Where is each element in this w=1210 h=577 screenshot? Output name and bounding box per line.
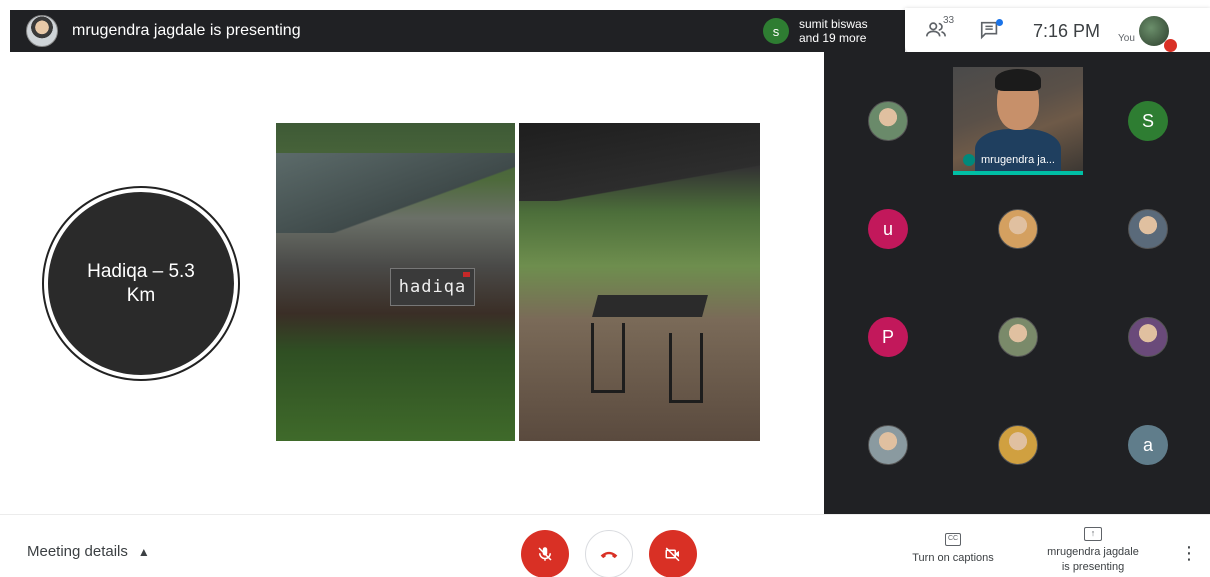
presenter-banner: mrugendra jagdale is presenting xyxy=(10,10,824,52)
speaking-indicator-icon xyxy=(963,154,975,166)
slide-distance-circle: Hadiqa – 5.3 Km xyxy=(42,186,240,381)
present-now-button[interactable]: ↑ mrugendra jagdale is presenting xyxy=(1038,527,1148,575)
participant-tile[interactable]: S xyxy=(1128,101,1168,141)
participant-tile[interactable] xyxy=(1128,317,1168,357)
presenter-avatar xyxy=(26,15,58,47)
presenter-name-text: mrugendra ja... xyxy=(981,154,1055,166)
active-speaker-bar xyxy=(953,171,1083,175)
you-label: You xyxy=(1118,32,1135,44)
ceiling-shape xyxy=(519,123,760,201)
participant-tile[interactable]: a xyxy=(1128,425,1168,465)
presenting-line2: is presenting xyxy=(1061,561,1125,573)
roof-shape xyxy=(276,153,515,233)
table-shape xyxy=(592,295,708,317)
bottom-toolbar: Meeting details ▲ CC Turn on captions ↑ … xyxy=(0,514,1210,577)
participant-tile[interactable] xyxy=(868,425,908,465)
participant-tile[interactable]: P xyxy=(868,317,908,357)
captions-button[interactable]: CC Turn on captions xyxy=(905,533,1001,564)
presenting-text: mrugendra jagdale is presenting xyxy=(72,22,301,39)
self-avatar[interactable] xyxy=(1138,16,1177,52)
mic-toggle-button[interactable] xyxy=(521,530,569,577)
participant-tile[interactable] xyxy=(998,317,1038,357)
participant-avatar: s xyxy=(763,18,789,44)
leave-call-button[interactable] xyxy=(585,530,633,577)
participants-chip-line2: and 19 more xyxy=(799,31,867,45)
mic-off-badge-icon xyxy=(1163,39,1177,52)
chair-shape xyxy=(669,333,703,403)
hang-up-icon xyxy=(600,551,618,559)
sign-accent xyxy=(463,272,470,277)
clock: 7:16 PM xyxy=(1033,20,1101,41)
slide-photo-cafe-patio xyxy=(519,123,760,441)
chat-button[interactable] xyxy=(979,19,1003,43)
meet-window: mrugendra jagdale is presenting s sumit … xyxy=(0,0,1210,577)
people-count: 33 xyxy=(943,15,955,26)
hadiqa-sign-text: hadiqa xyxy=(398,277,467,297)
participants-chip[interactable]: s sumit biswas and 19 more xyxy=(755,10,905,52)
present-icon: ↑ xyxy=(1084,527,1102,541)
presenter-hair xyxy=(995,69,1041,91)
people-button[interactable]: 33 xyxy=(925,15,954,43)
presenter-body xyxy=(975,129,1061,174)
slide-distance-text: Hadiqa – 5.3 Km xyxy=(48,192,234,375)
participant-tile[interactable] xyxy=(868,101,908,141)
participant-tile[interactable] xyxy=(998,209,1038,249)
mic-off-icon xyxy=(538,547,552,561)
participants-chip-text: sumit biswas and 19 more xyxy=(799,17,868,45)
participant-tile[interactable] xyxy=(1128,209,1168,249)
presenting-line1: mrugendra jagdale xyxy=(1047,546,1139,558)
presenter-name-label: mrugendra ja... xyxy=(963,154,1055,166)
chat-notification-dot xyxy=(996,19,1003,26)
captions-label: Turn on captions xyxy=(912,552,994,564)
camera-toggle-button[interactable] xyxy=(649,530,697,577)
camera-off-icon xyxy=(665,547,680,562)
presenter-video-tile[interactable]: mrugendra ja... xyxy=(953,67,1083,174)
top-right-controls: 33 7:16 PM You xyxy=(905,8,1210,54)
participant-tile[interactable] xyxy=(998,425,1038,465)
more-options-icon[interactable]: ⋮ xyxy=(1180,543,1198,564)
hadiqa-sign: hadiqa xyxy=(390,268,475,306)
slide-photo-cafe-exterior: hadiqa xyxy=(276,123,515,441)
meeting-details-label: Meeting details xyxy=(27,543,128,560)
participants-chip-line1: sumit biswas xyxy=(799,17,868,31)
captions-icon: CC xyxy=(945,533,961,546)
chevron-up-icon: ▲ xyxy=(137,544,150,559)
chair-shape xyxy=(591,323,625,393)
participant-tile[interactable]: u xyxy=(868,209,908,249)
meeting-details-button[interactable]: Meeting details ▲ xyxy=(27,543,150,560)
